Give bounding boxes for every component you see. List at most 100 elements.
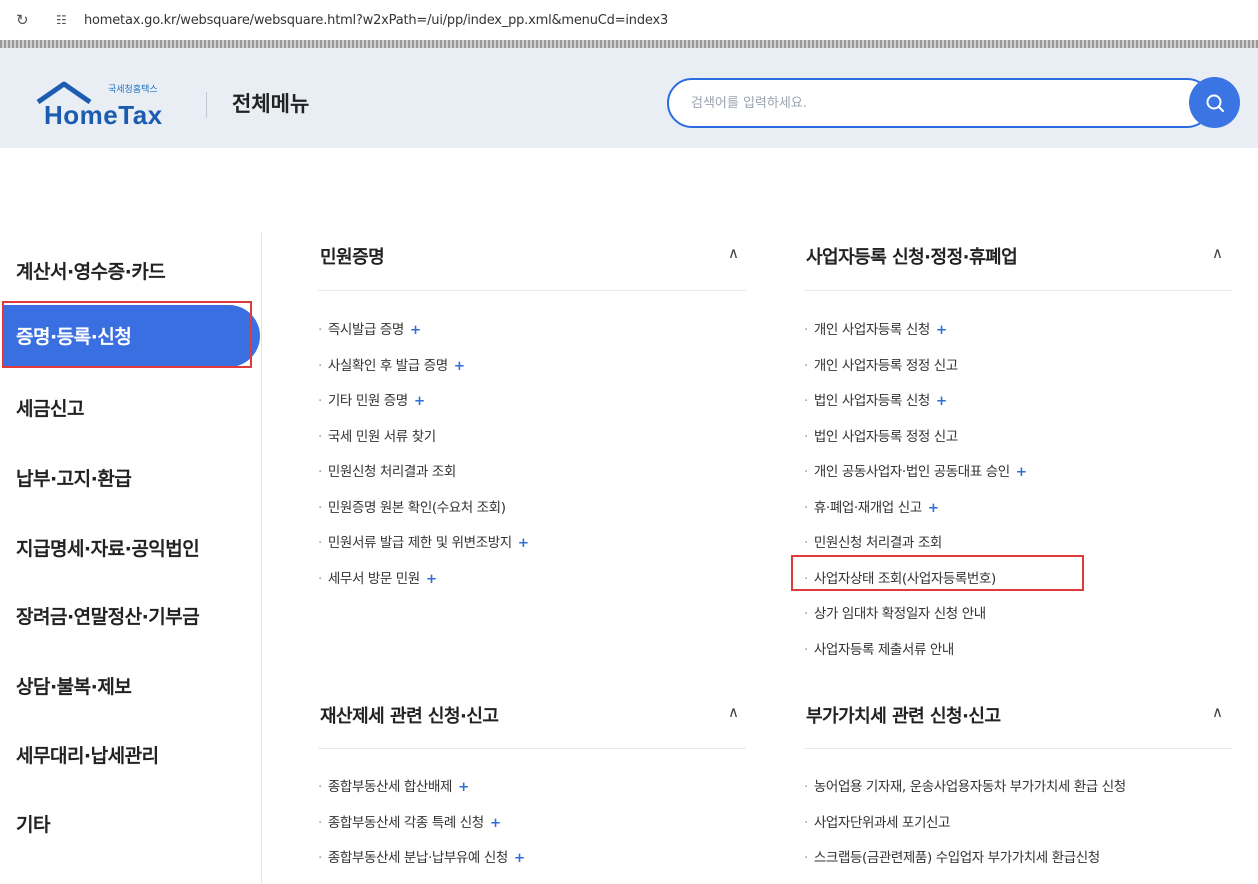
section-title-business: 사업자등록 신청·정정·휴폐업	[806, 247, 1018, 268]
expand-plus-icon[interactable]: +	[1016, 464, 1027, 480]
section-divider	[318, 290, 746, 291]
list-item[interactable]: · 즉시발급 증명 +	[318, 318, 421, 338]
bullet-icon: ·	[804, 464, 808, 480]
list-item[interactable]: · 민원서류 발급 제한 및 위변조방지 +	[318, 531, 529, 551]
expand-plus-icon[interactable]: +	[458, 779, 469, 795]
bullet-icon: ·	[318, 428, 322, 445]
list-item[interactable]: · 사실확인 후 발급 증명 +	[318, 354, 465, 374]
expand-plus-icon[interactable]: +	[490, 815, 501, 831]
list-item-label: 법인 사업자등록 정정 신고	[813, 428, 958, 445]
bullet-icon: ·	[804, 428, 808, 445]
section-title-vat: 부가가치세 관련 신청·신고	[806, 706, 1001, 727]
bullet-icon: ·	[318, 570, 322, 587]
annotation-highlight-box	[791, 555, 1084, 591]
list-item[interactable]: · 민원증명 원본 확인(수요처 조회)	[318, 496, 506, 516]
bullet-icon: ·	[804, 322, 808, 338]
list-item[interactable]: · 법인 사업자등록 신청 +	[804, 389, 947, 409]
header-divider	[206, 92, 207, 118]
sidebar-item-incentive[interactable]: 장려금·연말정산·기부금	[16, 602, 200, 629]
bullet-icon: ·	[318, 322, 322, 338]
list-item[interactable]: · 기타 민원 증명 +	[318, 389, 425, 409]
sidebar-item-etc[interactable]: 기타	[16, 810, 50, 837]
list-item[interactable]: · 개인 공동사업자·법인 공동대표 승인 +	[804, 460, 1027, 480]
list-item[interactable]: · 세무서 방문 민원 +	[318, 567, 437, 587]
bullet-icon: ·	[318, 464, 322, 480]
sidebar-item-statement[interactable]: 지급명세·자료·공익법인	[16, 534, 200, 561]
list-item-label: 법인 사업자등록 신청	[813, 393, 930, 409]
sidebar-item-invoice[interactable]: 계산서·영수증·카드	[16, 257, 166, 284]
bullet-icon: ·	[318, 814, 322, 831]
list-item-label: 기타 민원 증명	[327, 393, 408, 409]
sidebar-item-payment[interactable]: 납부·고지·환급	[16, 464, 132, 491]
list-item[interactable]: · 개인 사업자등록 신청 +	[804, 318, 947, 338]
bullet-icon: ·	[804, 357, 808, 374]
section-divider	[804, 290, 1232, 291]
list-item-label: 민원신청 처리결과 조회	[327, 464, 456, 480]
search-icon	[1206, 94, 1224, 112]
bullet-icon: ·	[318, 357, 322, 374]
expand-plus-icon[interactable]: +	[514, 850, 525, 866]
list-item[interactable]: · 휴·폐업·재개업 신고 +	[804, 496, 939, 516]
search-box	[667, 78, 1212, 128]
bullet-icon: ·	[804, 814, 808, 831]
search-button[interactable]	[1189, 77, 1240, 128]
bullet-icon: ·	[804, 499, 808, 516]
list-item[interactable]: · 사업자단위과세 포기신고	[804, 811, 950, 831]
search-input[interactable]	[691, 92, 1171, 114]
expand-plus-icon[interactable]: +	[928, 500, 939, 516]
page-border	[0, 40, 1258, 48]
list-item-label: 농어업용 기자재, 운송사업용자동차 부가가치세 환급 신청	[813, 779, 1126, 795]
list-item[interactable]: · 민원신청 처리결과 조회	[318, 460, 456, 480]
list-item-label: 개인 사업자등록 신청	[813, 322, 930, 338]
list-item[interactable]: · 국세 민원 서류 찾기	[318, 425, 436, 445]
sidebar-item-tax-report[interactable]: 세금신고	[16, 394, 84, 421]
hometax-logo[interactable]: 국세청홈택스 HomeTax	[34, 80, 184, 130]
list-item-label: 국세 민원 서류 찾기	[327, 428, 436, 445]
sidebar-item-consult[interactable]: 상담·불복·제보	[16, 672, 132, 699]
chevron-up-icon[interactable]: ∧	[728, 703, 739, 721]
list-item[interactable]: · 민원신청 처리결과 조회	[804, 531, 942, 551]
annotation-highlight-box	[2, 301, 252, 368]
expand-plus-icon[interactable]: +	[936, 322, 947, 338]
chevron-up-icon[interactable]: ∧	[728, 244, 739, 262]
site-info-icon[interactable]: ☷	[56, 13, 78, 27]
expand-plus-icon[interactable]: +	[426, 571, 437, 587]
chevron-up-icon[interactable]: ∧	[1212, 703, 1223, 721]
list-item[interactable]: · 종합부동산세 합산배제 +	[318, 775, 469, 795]
list-item[interactable]: · 법인 사업자등록 정정 신고	[804, 425, 958, 445]
list-item[interactable]: · 종합부동산세 분납·납부유예 신청 +	[318, 846, 525, 866]
list-item[interactable]: · 개인 사업자등록 정정 신고	[804, 354, 958, 374]
list-item[interactable]: · 농어업용 기자재, 운송사업용자동차 부가가치세 환급 신청	[804, 775, 1126, 795]
list-item[interactable]: · 사업자등록 제출서류 안내	[804, 638, 954, 658]
bullet-icon: ·	[318, 393, 322, 409]
reload-icon[interactable]: ↻	[16, 11, 36, 29]
logo-brand: HomeTax	[44, 100, 163, 130]
section-title-civil: 민원증명	[320, 247, 385, 268]
list-item-label: 민원증명 원본 확인(수요처 조회)	[327, 499, 506, 516]
expand-plus-icon[interactable]: +	[518, 535, 529, 551]
bullet-icon: ·	[804, 779, 808, 795]
expand-plus-icon[interactable]: +	[454, 358, 465, 374]
bullet-icon: ·	[318, 779, 322, 795]
section-title-property: 재산제세 관련 신청·신고	[320, 706, 499, 727]
bullet-icon: ·	[804, 606, 808, 622]
bullet-icon: ·	[318, 535, 322, 551]
expand-plus-icon[interactable]: +	[414, 393, 425, 409]
browser-url-bar: ↻ ☷ hometax.go.kr/websquare/websquare.ht…	[0, 0, 1258, 40]
bullet-icon: ·	[804, 393, 808, 409]
list-item[interactable]: · 상가 임대차 확정일자 신청 안내	[804, 602, 986, 622]
list-item-label: 스크랩등(금관련제품) 수입업자 부가가치세 환급신청	[813, 850, 1100, 866]
chevron-up-icon[interactable]: ∧	[1212, 244, 1223, 262]
expand-plus-icon[interactable]: +	[410, 322, 421, 338]
url-text[interactable]: hometax.go.kr/websquare/websquare.html?w…	[84, 13, 668, 28]
list-item[interactable]: · 종합부동산세 각종 특례 신청 +	[318, 811, 501, 831]
page-title: 전체메뉴	[232, 92, 310, 116]
list-item[interactable]: · 스크랩등(금관련제품) 수입업자 부가가치세 환급신청	[804, 846, 1100, 866]
bullet-icon: ·	[804, 850, 808, 866]
expand-plus-icon[interactable]: +	[936, 393, 947, 409]
list-item-label: 민원신청 처리결과 조회	[813, 535, 942, 551]
sidebar-item-agent[interactable]: 세무대리·납세관리	[16, 741, 159, 768]
list-item-label: 개인 사업자등록 정정 신고	[813, 357, 958, 374]
bullet-icon: ·	[318, 499, 322, 516]
logo-subtitle: 국세청홈택스	[108, 85, 158, 95]
